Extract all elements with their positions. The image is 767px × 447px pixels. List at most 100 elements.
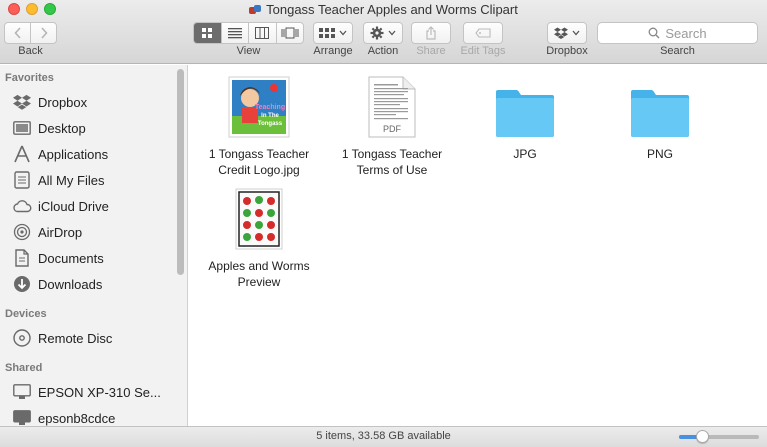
disc-icon: [12, 329, 32, 347]
cover-flow-button[interactable]: [275, 23, 304, 43]
sidebar-item-desktop[interactable]: Desktop: [12, 117, 86, 139]
share-button[interactable]: [411, 22, 451, 44]
gear-icon: [370, 26, 384, 40]
file-thumbnail: Teaching In The Tongass: [194, 74, 324, 138]
pdf-document-icon: PDF: [368, 76, 416, 138]
file-name: 1 Tongass Teacher Terms of Use: [341, 147, 443, 177]
pdf-badge: PDF: [383, 124, 402, 134]
view-label: View: [236, 45, 261, 57]
share-label: Share: [416, 45, 446, 57]
sidebar-item-dropbox[interactable]: Dropbox: [12, 91, 87, 113]
sidebar-item-applications[interactable]: Applications: [12, 143, 108, 165]
sidebar-item-airdrop[interactable]: AirDrop: [12, 221, 82, 243]
edit-tags-button[interactable]: [463, 22, 503, 44]
sidebar-scrollbar[interactable]: [177, 69, 184, 275]
sidebar-item-all-my-files[interactable]: All My Files: [12, 169, 104, 191]
folder-item-png[interactable]: PNG: [595, 74, 725, 162]
list-view-button[interactable]: [220, 23, 249, 43]
svg-text:In The: In The: [261, 113, 279, 119]
chevron-down-icon: [339, 30, 347, 36]
action-label: Action: [367, 45, 399, 57]
sidebar-item-downloads[interactable]: Downloads: [12, 273, 102, 295]
documents-icon: [12, 249, 32, 267]
cover-flow-icon: [281, 27, 299, 39]
window-title-text: Tongass Teacher Apples and Worms Clipart: [266, 2, 518, 17]
folder-proxy-icon[interactable]: [249, 4, 262, 15]
search-label: Search: [660, 45, 695, 57]
sidebar-item-label: iCloud Drive: [38, 198, 109, 214]
forward-button[interactable]: [30, 23, 56, 43]
folder-name: PNG: [646, 147, 673, 161]
dropbox-icon: [12, 93, 32, 111]
file-thumbnail: PDF: [327, 74, 457, 138]
logo-lettering: Teaching: [255, 104, 285, 111]
back-button[interactable]: [5, 23, 30, 43]
folder-icon: [631, 90, 689, 137]
icon-view-button[interactable]: [194, 23, 221, 43]
file-browser-content: Teaching In The Tongass 1 Tongass Teache…: [189, 65, 767, 426]
image-thumbnail-icon: [235, 188, 283, 250]
tag-icon: [475, 28, 491, 38]
folder-name: JPG: [513, 147, 537, 161]
back-label: Back: [18, 45, 43, 57]
chevron-left-icon: [13, 27, 21, 39]
edit-tags-label: Edit Tags: [460, 45, 506, 57]
file-item-apples-worms-preview[interactable]: Apples and Worms Preview: [194, 186, 324, 290]
icon-size-slider[interactable]: [679, 430, 759, 443]
arrange-grid-icon: [319, 28, 335, 38]
search-input[interactable]: Search: [597, 22, 758, 44]
sidebar: Favorites Dropbox Desktop Applications A…: [0, 65, 188, 426]
file-thumbnail: [460, 74, 590, 138]
dropbox-label: Dropbox: [546, 45, 588, 57]
dropbox-toolbar-button[interactable]: [547, 22, 587, 44]
search-icon: [648, 27, 660, 39]
chevron-right-icon: [40, 27, 48, 39]
display-icon: [12, 383, 32, 401]
action-button[interactable]: [363, 22, 403, 44]
applications-icon: [12, 145, 32, 163]
back-forward-buttons: [4, 22, 57, 44]
icon-grid-icon: [202, 28, 213, 38]
sidebar-item-label: Applications: [38, 146, 109, 162]
slider-knob[interactable]: [695, 430, 709, 443]
sidebar-item-icloud-drive[interactable]: iCloud Drive: [12, 195, 109, 217]
shared-header: Shared: [5, 362, 43, 374]
sidebar-item-epson-printer[interactable]: EPSON XP-310 Se...: [12, 381, 161, 403]
columns-icon: [255, 27, 270, 39]
file-item-credit-logo[interactable]: Teaching In The Tongass 1 Tongass Teache…: [194, 74, 324, 178]
sidebar-item-label: All My Files: [38, 172, 105, 188]
status-text: 5 items, 33.58 GB available: [316, 430, 451, 442]
file-thumbnail: [194, 186, 324, 250]
window-title: Tongass Teacher Apples and Worms Clipart: [0, 2, 767, 17]
sidebar-item-label: Downloads: [38, 276, 103, 292]
downloads-icon: [12, 275, 32, 293]
sidebar-item-epsonb8cdce[interactable]: epsonb8cdce: [12, 407, 115, 426]
status-bar: 5 items, 33.58 GB available: [0, 426, 767, 447]
sidebar-item-label: epsonb8cdce: [38, 410, 116, 426]
folder-item-jpg[interactable]: JPG: [460, 74, 590, 162]
sidebar-item-label: Dropbox: [38, 94, 88, 110]
folder-icon: [496, 90, 554, 137]
sidebar-item-label: Remote Disc: [38, 330, 113, 346]
chevron-down-icon: [572, 30, 580, 36]
file-item-terms-of-use[interactable]: PDF 1 Tongass Teacher Terms of Use: [327, 74, 457, 178]
cloud-icon: [12, 197, 32, 215]
file-thumbnail: [595, 74, 725, 138]
airdrop-icon: [12, 223, 32, 241]
image-thumbnail-icon: Teaching In The Tongass: [228, 76, 290, 138]
sidebar-item-label: Documents: [38, 250, 104, 266]
column-view-button[interactable]: [248, 23, 276, 43]
display-icon: [12, 409, 32, 426]
svg-text:Tongass: Tongass: [258, 121, 283, 127]
file-name: Apples and Worms Preview: [208, 259, 310, 289]
toolbar: Tongass Teacher Apples and Worms Clipart…: [0, 0, 767, 64]
sidebar-item-documents[interactable]: Documents: [12, 247, 104, 269]
sidebar-item-remote-disc[interactable]: Remote Disc: [12, 327, 112, 349]
list-icon: [227, 28, 242, 39]
all-files-icon: [12, 171, 32, 189]
arrange-button[interactable]: [313, 22, 353, 44]
dropbox-icon: [554, 27, 568, 39]
file-name: 1 Tongass Teacher Credit Logo.jpg: [208, 147, 310, 177]
favorites-header: Favorites: [5, 72, 54, 84]
sidebar-item-label: EPSON XP-310 Se...: [38, 384, 161, 400]
